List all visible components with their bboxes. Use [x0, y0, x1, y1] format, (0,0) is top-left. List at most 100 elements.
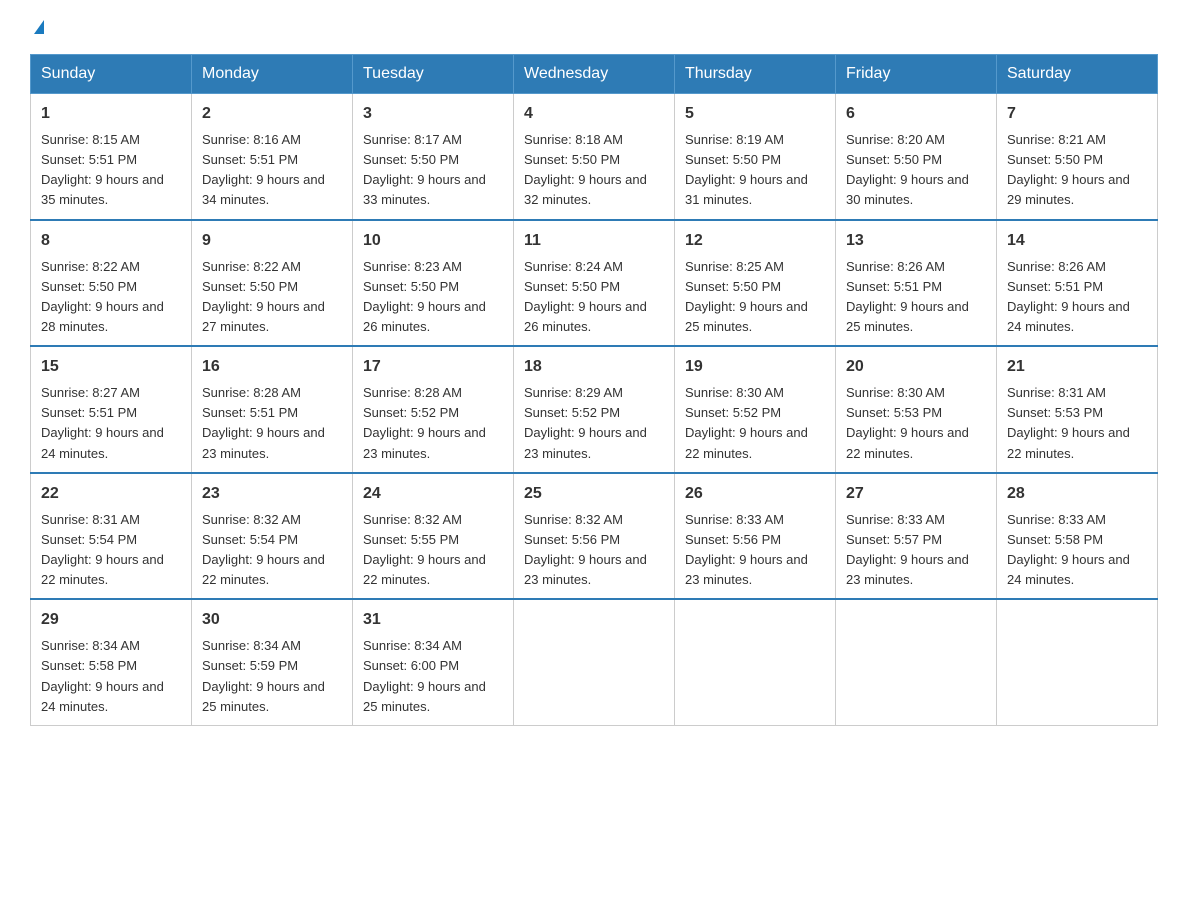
calendar-day-cell: 11 Sunrise: 8:24 AMSunset: 5:50 PMDaylig…	[514, 220, 675, 347]
day-number: 19	[685, 355, 825, 379]
day-info: Sunrise: 8:28 AMSunset: 5:52 PMDaylight:…	[363, 385, 486, 460]
calendar-day-cell: 16 Sunrise: 8:28 AMSunset: 5:51 PMDaylig…	[192, 346, 353, 473]
weekday-header-friday: Friday	[836, 55, 997, 94]
calendar-day-cell: 6 Sunrise: 8:20 AMSunset: 5:50 PMDayligh…	[836, 94, 997, 220]
day-number: 23	[202, 482, 342, 506]
calendar-day-cell: 4 Sunrise: 8:18 AMSunset: 5:50 PMDayligh…	[514, 94, 675, 220]
day-info: Sunrise: 8:26 AMSunset: 5:51 PMDaylight:…	[1007, 259, 1130, 334]
calendar-day-cell: 24 Sunrise: 8:32 AMSunset: 5:55 PMDaylig…	[353, 473, 514, 600]
day-number: 15	[41, 355, 181, 379]
calendar-week-row: 22 Sunrise: 8:31 AMSunset: 5:54 PMDaylig…	[31, 473, 1158, 600]
day-number: 12	[685, 229, 825, 253]
calendar-day-cell: 18 Sunrise: 8:29 AMSunset: 5:52 PMDaylig…	[514, 346, 675, 473]
page-header	[30, 20, 1158, 34]
day-number: 2	[202, 102, 342, 126]
day-number: 10	[363, 229, 503, 253]
calendar-day-cell: 1 Sunrise: 8:15 AMSunset: 5:51 PMDayligh…	[31, 94, 192, 220]
day-number: 11	[524, 229, 664, 253]
day-info: Sunrise: 8:30 AMSunset: 5:52 PMDaylight:…	[685, 385, 808, 460]
weekday-header-wednesday: Wednesday	[514, 55, 675, 94]
day-info: Sunrise: 8:16 AMSunset: 5:51 PMDaylight:…	[202, 132, 325, 207]
day-info: Sunrise: 8:32 AMSunset: 5:54 PMDaylight:…	[202, 512, 325, 587]
day-number: 30	[202, 608, 342, 632]
day-number: 9	[202, 229, 342, 253]
day-number: 26	[685, 482, 825, 506]
calendar-day-cell	[514, 599, 675, 725]
calendar-table: SundayMondayTuesdayWednesdayThursdayFrid…	[30, 54, 1158, 726]
day-info: Sunrise: 8:32 AMSunset: 5:56 PMDaylight:…	[524, 512, 647, 587]
calendar-day-cell: 8 Sunrise: 8:22 AMSunset: 5:50 PMDayligh…	[31, 220, 192, 347]
day-number: 31	[363, 608, 503, 632]
day-number: 4	[524, 102, 664, 126]
weekday-header-monday: Monday	[192, 55, 353, 94]
day-info: Sunrise: 8:15 AMSunset: 5:51 PMDaylight:…	[41, 132, 164, 207]
day-number: 22	[41, 482, 181, 506]
day-number: 20	[846, 355, 986, 379]
calendar-day-cell: 9 Sunrise: 8:22 AMSunset: 5:50 PMDayligh…	[192, 220, 353, 347]
calendar-day-cell: 28 Sunrise: 8:33 AMSunset: 5:58 PMDaylig…	[997, 473, 1158, 600]
day-info: Sunrise: 8:17 AMSunset: 5:50 PMDaylight:…	[363, 132, 486, 207]
day-number: 6	[846, 102, 986, 126]
day-number: 18	[524, 355, 664, 379]
logo	[30, 20, 44, 34]
calendar-day-cell: 15 Sunrise: 8:27 AMSunset: 5:51 PMDaylig…	[31, 346, 192, 473]
weekday-header-sunday: Sunday	[31, 55, 192, 94]
calendar-day-cell: 25 Sunrise: 8:32 AMSunset: 5:56 PMDaylig…	[514, 473, 675, 600]
calendar-week-row: 8 Sunrise: 8:22 AMSunset: 5:50 PMDayligh…	[31, 220, 1158, 347]
day-info: Sunrise: 8:19 AMSunset: 5:50 PMDaylight:…	[685, 132, 808, 207]
calendar-day-cell: 29 Sunrise: 8:34 AMSunset: 5:58 PMDaylig…	[31, 599, 192, 725]
day-number: 24	[363, 482, 503, 506]
calendar-day-cell	[997, 599, 1158, 725]
calendar-day-cell: 10 Sunrise: 8:23 AMSunset: 5:50 PMDaylig…	[353, 220, 514, 347]
calendar-day-cell: 19 Sunrise: 8:30 AMSunset: 5:52 PMDaylig…	[675, 346, 836, 473]
day-info: Sunrise: 8:33 AMSunset: 5:58 PMDaylight:…	[1007, 512, 1130, 587]
weekday-header-saturday: Saturday	[997, 55, 1158, 94]
day-info: Sunrise: 8:32 AMSunset: 5:55 PMDaylight:…	[363, 512, 486, 587]
calendar-day-cell: 31 Sunrise: 8:34 AMSunset: 6:00 PMDaylig…	[353, 599, 514, 725]
calendar-day-cell: 5 Sunrise: 8:19 AMSunset: 5:50 PMDayligh…	[675, 94, 836, 220]
day-info: Sunrise: 8:22 AMSunset: 5:50 PMDaylight:…	[41, 259, 164, 334]
day-number: 21	[1007, 355, 1147, 379]
day-number: 8	[41, 229, 181, 253]
day-info: Sunrise: 8:24 AMSunset: 5:50 PMDaylight:…	[524, 259, 647, 334]
weekday-header-tuesday: Tuesday	[353, 55, 514, 94]
day-number: 1	[41, 102, 181, 126]
calendar-day-cell	[836, 599, 997, 725]
day-info: Sunrise: 8:29 AMSunset: 5:52 PMDaylight:…	[524, 385, 647, 460]
calendar-day-cell: 23 Sunrise: 8:32 AMSunset: 5:54 PMDaylig…	[192, 473, 353, 600]
calendar-day-cell: 3 Sunrise: 8:17 AMSunset: 5:50 PMDayligh…	[353, 94, 514, 220]
day-info: Sunrise: 8:34 AMSunset: 6:00 PMDaylight:…	[363, 638, 486, 713]
calendar-day-cell: 21 Sunrise: 8:31 AMSunset: 5:53 PMDaylig…	[997, 346, 1158, 473]
day-info: Sunrise: 8:28 AMSunset: 5:51 PMDaylight:…	[202, 385, 325, 460]
day-info: Sunrise: 8:30 AMSunset: 5:53 PMDaylight:…	[846, 385, 969, 460]
day-number: 25	[524, 482, 664, 506]
day-info: Sunrise: 8:33 AMSunset: 5:56 PMDaylight:…	[685, 512, 808, 587]
day-number: 13	[846, 229, 986, 253]
day-number: 7	[1007, 102, 1147, 126]
day-number: 17	[363, 355, 503, 379]
day-info: Sunrise: 8:31 AMSunset: 5:53 PMDaylight:…	[1007, 385, 1130, 460]
calendar-week-row: 15 Sunrise: 8:27 AMSunset: 5:51 PMDaylig…	[31, 346, 1158, 473]
calendar-day-cell: 13 Sunrise: 8:26 AMSunset: 5:51 PMDaylig…	[836, 220, 997, 347]
calendar-day-cell: 27 Sunrise: 8:33 AMSunset: 5:57 PMDaylig…	[836, 473, 997, 600]
day-info: Sunrise: 8:27 AMSunset: 5:51 PMDaylight:…	[41, 385, 164, 460]
day-number: 28	[1007, 482, 1147, 506]
day-info: Sunrise: 8:25 AMSunset: 5:50 PMDaylight:…	[685, 259, 808, 334]
day-info: Sunrise: 8:34 AMSunset: 5:58 PMDaylight:…	[41, 638, 164, 713]
calendar-week-row: 1 Sunrise: 8:15 AMSunset: 5:51 PMDayligh…	[31, 94, 1158, 220]
calendar-day-cell: 12 Sunrise: 8:25 AMSunset: 5:50 PMDaylig…	[675, 220, 836, 347]
day-info: Sunrise: 8:22 AMSunset: 5:50 PMDaylight:…	[202, 259, 325, 334]
day-number: 16	[202, 355, 342, 379]
weekday-header-thursday: Thursday	[675, 55, 836, 94]
day-info: Sunrise: 8:20 AMSunset: 5:50 PMDaylight:…	[846, 132, 969, 207]
day-info: Sunrise: 8:33 AMSunset: 5:57 PMDaylight:…	[846, 512, 969, 587]
calendar-week-row: 29 Sunrise: 8:34 AMSunset: 5:58 PMDaylig…	[31, 599, 1158, 725]
day-info: Sunrise: 8:21 AMSunset: 5:50 PMDaylight:…	[1007, 132, 1130, 207]
calendar-day-cell: 7 Sunrise: 8:21 AMSunset: 5:50 PMDayligh…	[997, 94, 1158, 220]
day-number: 27	[846, 482, 986, 506]
calendar-day-cell: 17 Sunrise: 8:28 AMSunset: 5:52 PMDaylig…	[353, 346, 514, 473]
day-number: 14	[1007, 229, 1147, 253]
day-info: Sunrise: 8:18 AMSunset: 5:50 PMDaylight:…	[524, 132, 647, 207]
calendar-day-cell: 20 Sunrise: 8:30 AMSunset: 5:53 PMDaylig…	[836, 346, 997, 473]
day-info: Sunrise: 8:26 AMSunset: 5:51 PMDaylight:…	[846, 259, 969, 334]
